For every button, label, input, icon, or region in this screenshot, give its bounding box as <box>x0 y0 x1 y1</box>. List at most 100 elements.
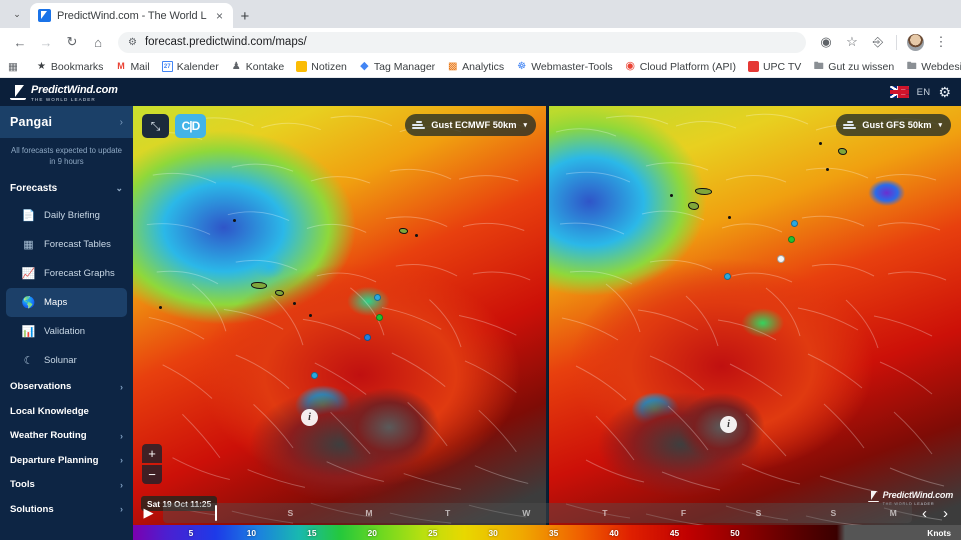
model-selector-right[interactable]: Gust GFS 50km ▾ <box>836 114 951 136</box>
gear-icon[interactable]: ⚙ <box>938 85 951 99</box>
sidebar-item-tools[interactable]: Tools › <box>0 473 133 498</box>
timeline-cursor[interactable] <box>215 505 218 521</box>
timeline-bar: ▶ S M T W T F S S M ‹ › <box>133 501 961 525</box>
station-marker[interactable] <box>777 255 785 263</box>
split-view-icon[interactable]: C|D <box>175 114 206 138</box>
expand-arrows-icon[interactable]: ⤡ <box>142 114 169 138</box>
language-label[interactable]: EN <box>917 87 931 98</box>
address-bar[interactable]: ⚙ forecast.predictwind.com/maps/ <box>118 31 806 53</box>
sidebar-item-label: Validation <box>44 325 86 337</box>
moon-icon: ☾ <box>23 354 34 367</box>
sidebar-item-solunar[interactable]: ☾ Solunar <box>6 346 127 375</box>
location-pin-icon[interactable]: ◉ <box>814 30 838 54</box>
bookmark-webmaster-tools[interactable]: ☸ Webmaster-Tools <box>510 58 619 76</box>
apps-grid-icon[interactable]: ▦ <box>8 61 18 73</box>
zoom-out-button[interactable]: − <box>142 465 162 484</box>
model-selector-left[interactable]: Gust ECMWF 50km ▾ <box>405 114 536 136</box>
sidebar-item-validation[interactable]: 📊 Validation <box>6 317 127 346</box>
prev-step-button[interactable]: ‹ <box>917 506 932 521</box>
bookmark-upc-tv[interactable]: UPC TV <box>742 58 807 76</box>
scale-tick: 35 <box>548 527 559 538</box>
bookmark-kalender[interactable]: 27 Kalender <box>156 58 225 76</box>
bookmark-kontake[interactable]: ♟ Kontake <box>225 58 291 76</box>
island-shape <box>838 148 847 155</box>
close-icon[interactable]: × <box>213 10 227 22</box>
chevron-down-icon: ▾ <box>523 122 527 129</box>
info-icon[interactable]: i <box>301 409 318 426</box>
wind-streamlines-left <box>142 115 531 524</box>
wind-model-icon <box>412 120 426 131</box>
sidebar: Pangai › All forecasts expected to updat… <box>0 106 133 540</box>
calendar-icon: 27 <box>161 61 173 72</box>
avatar[interactable] <box>903 30 927 54</box>
reef-dot <box>415 234 418 237</box>
sidebar-item-forecast-tables[interactable]: ▦ Forecast Tables <box>6 230 127 259</box>
back-icon[interactable]: ← <box>8 30 32 54</box>
sidebar-item-maps[interactable]: 🌎 Maps <box>6 287 127 317</box>
station-marker[interactable] <box>364 334 371 341</box>
sidebar-item-departure-planning[interactable]: Departure Planning › <box>0 448 133 473</box>
bookmark-analytics[interactable]: ▩ Analytics <box>441 58 510 76</box>
sidebar-item-weather-routing[interactable]: Weather Routing › <box>0 424 133 449</box>
sidebar-item-forecast-graphs[interactable]: 📈 Forecast Graphs <box>6 259 127 288</box>
bookmark-mail[interactable]: M Mail <box>109 58 155 76</box>
map-pane-right[interactable]: Gust GFS 50km ▾ i PredictWind.com THE WO… <box>548 106 961 540</box>
wind-model-icon <box>843 120 857 131</box>
webmaster-icon: ☸ <box>517 60 527 72</box>
sidebar-item-daily-briefing[interactable]: 📄 Daily Briefing <box>6 201 127 230</box>
section-header-forecasts[interactable]: Forecasts ⌄ <box>0 177 133 201</box>
upctv-icon <box>747 61 759 72</box>
sidebar-item-label: Local Knowledge <box>10 405 89 417</box>
bookmark-tag-manager[interactable]: ◆ Tag Manager <box>353 58 441 76</box>
chevron-right-icon: › <box>120 504 123 515</box>
timeline-nav: ‹ › <box>917 506 955 521</box>
bookmark-notizen[interactable]: Notizen <box>290 58 353 76</box>
star-outline-icon[interactable]: ☆ <box>840 30 864 54</box>
location-selector[interactable]: Pangai › <box>0 106 133 138</box>
uk-flag-icon[interactable] <box>889 86 909 98</box>
station-marker[interactable] <box>724 273 731 280</box>
home-icon[interactable]: ⌂ <box>86 30 110 54</box>
forward-icon[interactable]: → <box>34 30 58 54</box>
bookmark-label: Analytics <box>462 60 505 73</box>
info-icon[interactable]: i <box>720 416 737 433</box>
station-marker[interactable] <box>311 372 318 379</box>
station-marker[interactable] <box>791 220 798 227</box>
bookmark-cloud-platform[interactable]: ◉ Cloud Platform (API) <box>619 58 742 76</box>
timeline-track[interactable]: S M T W T F S S M <box>163 503 912 523</box>
bookmark-bookmarks[interactable]: ★ Bookmarks <box>30 58 110 76</box>
zoom-controls: + − <box>142 444 162 484</box>
wind-streamlines-right <box>555 113 947 527</box>
kebab-menu-icon[interactable]: ⋮ <box>929 30 953 54</box>
site-settings-icon[interactable]: ⚙ <box>128 37 137 48</box>
station-marker[interactable] <box>788 236 795 243</box>
zoom-in-button[interactable]: + <box>142 444 162 463</box>
map-pane-left[interactable]: ⤡ C|D Gust ECMWF 50km ▾ i + − Sat 19 Oct… <box>133 106 546 540</box>
sidebar-item-observations[interactable]: Observations › <box>0 375 133 400</box>
scale-tick: 15 <box>307 527 317 538</box>
station-marker[interactable] <box>376 314 383 321</box>
reef-dot <box>159 306 162 309</box>
sidebar-item-solutions[interactable]: Solutions › <box>0 497 133 522</box>
document-icon: 📄 <box>21 209 36 222</box>
predictwind-logo[interactable]: PredictWind.com THE WORLD LEADER <box>10 81 118 103</box>
play-button[interactable]: ▶ <box>139 505 158 521</box>
station-marker[interactable] <box>374 294 381 301</box>
browser-tab[interactable]: PredictWind.com - The World L × <box>30 3 233 28</box>
sidebar-item-local-knowledge[interactable]: Local Knowledge <box>0 399 133 424</box>
scale-tick: 40 <box>609 527 619 538</box>
new-tab-button[interactable]: + <box>241 9 250 24</box>
bookmark-label: Mail <box>130 60 150 73</box>
next-step-button[interactable]: › <box>938 506 953 521</box>
tab-search-button[interactable]: ⌄ <box>4 1 30 27</box>
bookmark-webdesign[interactable]: 🖿 Webdesign <box>900 58 961 76</box>
bookmark-gut-zu-wissen[interactable]: 🖿 Gut zu wissen <box>807 58 900 76</box>
predictwind-app: PredictWind.com THE WORLD LEADER EN ⚙ Pa… <box>0 78 961 540</box>
reload-icon[interactable]: ↻ <box>60 30 84 54</box>
puzzle-icon[interactable]: ⎆ <box>866 30 890 54</box>
chevron-right-icon: › <box>119 116 123 128</box>
pane-divider-line <box>548 106 549 540</box>
reef-dot <box>670 194 673 197</box>
reef-dot <box>826 168 829 171</box>
model-label: Gust ECMWF 50km <box>431 120 517 130</box>
